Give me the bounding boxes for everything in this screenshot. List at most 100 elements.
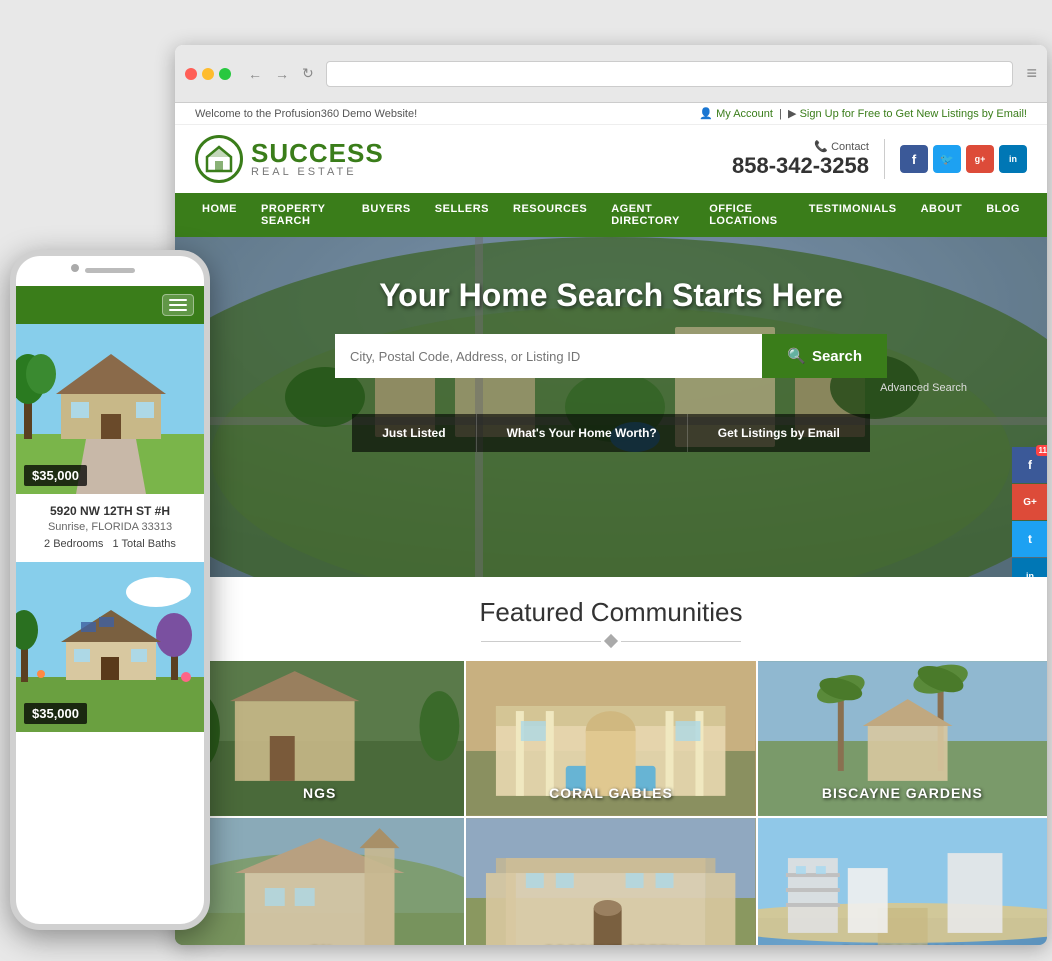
nav-link-about[interactable]: ABOUT	[909, 193, 975, 225]
nav-link-agent-directory[interactable]: AGENT DIRECTORY	[599, 193, 697, 237]
nav-item-resources[interactable]: RESOURCES	[501, 193, 599, 237]
community-cell-1[interactable]: NGS	[175, 661, 464, 816]
home-worth-button[interactable]: What's Your Home Worth?	[477, 414, 688, 452]
topbar-right: 👤 My Account | ▶ Sign Up for Free to Get…	[699, 107, 1027, 120]
topbar: Welcome to the Profusion360 Demo Website…	[175, 103, 1047, 125]
nav-link-sellers[interactable]: SELLERS	[423, 193, 501, 225]
hero-quick-links: Just Listed What's Your Home Worth? Get …	[175, 414, 1047, 452]
traffic-lights	[185, 68, 231, 80]
community-bg-riviera-beach	[758, 818, 1047, 945]
property-price-badge-2: $35,000	[24, 703, 87, 724]
logo-name: SUCCESS	[251, 140, 384, 166]
property-card-1[interactable]: $35,000 5920 NW 12TH ST #H Sunrise, FLOR…	[16, 324, 204, 560]
property-price-badge-1: $35,000	[24, 465, 87, 486]
logo-house-icon	[203, 143, 235, 175]
community-cell-4[interactable]: ON	[175, 818, 464, 945]
googleplus-header-icon[interactable]: g+	[966, 145, 994, 173]
address-bar[interactable]	[326, 61, 1014, 87]
website-content: Welcome to the Profusion360 Demo Website…	[175, 103, 1047, 945]
hero-title: Your Home Search Starts Here	[175, 277, 1047, 314]
community-cell-3[interactable]: BISCAYNE GARDENS	[758, 661, 1047, 816]
nav-list: HOME PROPERTY SEARCH BUYERS SELLERS RESO…	[175, 193, 1047, 237]
sidebar-facebook[interactable]: f 11	[1012, 447, 1047, 483]
just-listed-button[interactable]: Just Listed	[352, 414, 476, 452]
nav-link-testimonials[interactable]: TESTIMONIALS	[797, 193, 909, 225]
nav-item-property-search[interactable]: PROPERTY SEARCH	[249, 193, 350, 237]
divider	[884, 139, 885, 179]
welcome-text: Welcome to the Profusion360 Demo Website…	[195, 108, 417, 120]
linkedin-sidebar-icon: in	[1026, 571, 1034, 577]
social-sidebar: f 11 G+ t in P ✉	[1012, 447, 1047, 577]
refresh-button[interactable]: ↻	[298, 63, 318, 84]
hamburger-line	[169, 299, 187, 301]
property-image-1: $35,000	[16, 324, 204, 494]
nav-item-blog[interactable]: BLOG	[974, 193, 1032, 237]
nav-link-office-locations[interactable]: OFFICE LOCATIONS	[697, 193, 797, 237]
phone-menu-button[interactable]	[162, 294, 194, 316]
sidebar-linkedin[interactable]: in	[1012, 558, 1047, 577]
linkedin-header-icon[interactable]: in	[999, 145, 1027, 173]
my-account-link[interactable]: My Account	[716, 108, 773, 120]
nav-item-office-locations[interactable]: OFFICE LOCATIONS	[697, 193, 797, 237]
hero-section: Your Home Search Starts Here 🔍 Search Ad…	[175, 237, 1047, 577]
close-button[interactable]	[185, 68, 197, 80]
nav-link-home[interactable]: HOME	[190, 193, 249, 225]
community-cell-2[interactable]: CORAL GABLES	[466, 661, 755, 816]
nav-link-blog[interactable]: BLOG	[974, 193, 1032, 225]
communities-grid: NGS	[175, 661, 1047, 945]
nav-item-home[interactable]: HOME	[190, 193, 249, 237]
forward-button[interactable]: →	[271, 64, 293, 84]
logo-subtitle: REAL ESTATE	[251, 166, 384, 178]
nav-link-property-search[interactable]: PROPERTY SEARCH	[249, 193, 350, 237]
community-cell-5[interactable]: COCONUT CREEK	[466, 818, 755, 945]
divider-line-right	[621, 641, 741, 642]
logo-icon	[195, 135, 243, 183]
community-label-1: NGS	[175, 785, 464, 801]
search-input[interactable]	[335, 334, 762, 378]
nav-link-buyers[interactable]: BUYERS	[350, 193, 423, 225]
advanced-search-link[interactable]: Advanced Search	[255, 382, 967, 394]
sidebar-googleplus[interactable]: G+	[1012, 484, 1047, 520]
browser-menu-button[interactable]: ≡	[1026, 63, 1037, 84]
property-address-1: 5920 NW 12TH ST #H	[26, 504, 194, 518]
googleplus-sidebar-icon: G+	[1023, 497, 1037, 508]
header-social-icons: f 🐦 g+ in	[900, 145, 1027, 173]
twitter-sidebar-icon: t	[1028, 532, 1032, 546]
phone-speaker	[85, 268, 135, 273]
hero-content: Your Home Search Starts Here 🔍 Search Ad…	[175, 277, 1047, 452]
signup-link[interactable]: Sign Up for Free to Get New Listings by …	[800, 108, 1027, 120]
maximize-button[interactable]	[219, 68, 231, 80]
property-card-2[interactable]: $35,000	[16, 562, 204, 732]
phone-app-header	[16, 286, 204, 324]
facebook-header-icon[interactable]: f	[900, 145, 928, 173]
community-cell-6[interactable]: RIVIERA BEACH	[758, 818, 1047, 945]
facebook-sidebar-icon: f	[1028, 458, 1032, 472]
search-bar: 🔍 Search	[335, 334, 887, 378]
featured-communities-section: Featured Communities	[175, 577, 1047, 945]
nav-item-buyers[interactable]: BUYERS	[350, 193, 423, 237]
search-button[interactable]: 🔍 Search	[762, 334, 887, 378]
search-icon: 🔍	[787, 347, 806, 365]
community-label-2: CORAL GABLES	[466, 785, 755, 801]
community-label-5: COCONUT CREEK	[466, 942, 755, 945]
featured-communities-title: Featured Communities	[175, 597, 1047, 628]
back-button[interactable]: ←	[244, 64, 266, 84]
nav-link-resources[interactable]: RESOURCES	[501, 193, 599, 225]
hamburger-line	[169, 309, 187, 311]
nav-item-about[interactable]: ABOUT	[909, 193, 975, 237]
main-nav: HOME PROPERTY SEARCH BUYERS SELLERS RESO…	[175, 193, 1047, 237]
get-listings-button[interactable]: Get Listings by Email	[688, 414, 870, 452]
nav-item-agent-directory[interactable]: AGENT DIRECTORY	[599, 193, 697, 237]
phone-number: 858-342-3258	[732, 153, 869, 179]
community-bg-on	[175, 818, 464, 945]
fc-divider	[175, 636, 1047, 646]
nav-item-sellers[interactable]: SELLERS	[423, 193, 501, 237]
minimize-button[interactable]	[202, 68, 214, 80]
nav-item-testimonials[interactable]: TESTIMONIALS	[797, 193, 909, 237]
search-button-label: Search	[812, 348, 862, 365]
contact-info: 📞 Contact 858-342-3258	[732, 140, 869, 179]
twitter-header-icon[interactable]: 🐦	[933, 145, 961, 173]
contact-label: Contact	[831, 141, 869, 153]
property-details-1: 2 Bedrooms 1 Total Baths	[26, 538, 194, 550]
sidebar-twitter[interactable]: t	[1012, 521, 1047, 557]
